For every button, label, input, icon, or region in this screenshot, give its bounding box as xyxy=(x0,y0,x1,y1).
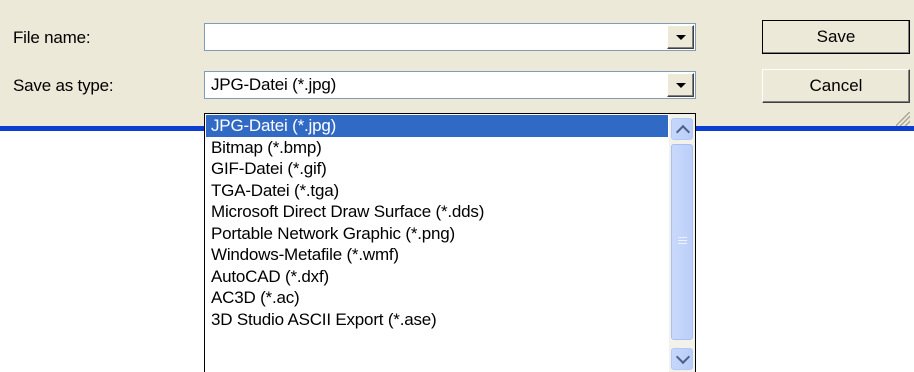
save-dialog: File name: Save as type: JPG-Datei (*.jp… xyxy=(0,0,914,128)
scroll-down-button[interactable] xyxy=(671,348,693,370)
dropdown-option[interactable]: 3D Studio ASCII Export (*.ase) xyxy=(206,309,668,331)
filename-label: File name: xyxy=(13,28,91,47)
vertical-scrollbar[interactable] xyxy=(669,114,695,372)
dropdown-option[interactable]: GIF-Datei (*.gif) xyxy=(206,158,668,180)
savetype-combobox[interactable]: JPG-Datei (*.jpg) xyxy=(204,71,696,99)
option-list: JPG-Datei (*.jpg) Bitmap (*.bmp) GIF-Datei… xyxy=(206,115,668,330)
savetype-dropdown-list[interactable]: JPG-Datei (*.jpg) Bitmap (*.bmp) GIF-Datei… xyxy=(204,113,696,372)
cancel-button[interactable]: Cancel xyxy=(762,69,910,103)
savetype-dropdown-button[interactable] xyxy=(667,73,694,97)
dropdown-option[interactable]: Portable Network Graphic (*.png) xyxy=(206,223,668,245)
save-button[interactable]: Save xyxy=(762,20,910,54)
filename-dropdown-button[interactable] xyxy=(667,25,694,49)
savetype-label: Save as type: xyxy=(13,76,114,95)
dropdown-option[interactable]: Windows-Metafile (*.wmf) xyxy=(206,244,668,266)
filename-combobox[interactable] xyxy=(204,23,696,51)
chevron-down-icon xyxy=(676,83,686,88)
dropdown-option[interactable]: TGA-Datei (*.tga) xyxy=(206,180,668,202)
dropdown-option[interactable]: JPG-Datei (*.jpg) xyxy=(206,115,668,137)
scrollbar-thumb[interactable] xyxy=(671,144,693,340)
chevron-down-icon xyxy=(676,35,686,40)
dropdown-option[interactable]: AC3D (*.ac) xyxy=(206,287,668,309)
dropdown-option[interactable]: AutoCAD (*.dxf) xyxy=(206,266,668,288)
scroll-up-icon xyxy=(675,124,691,140)
savetype-value: JPG-Datei (*.jpg) xyxy=(211,75,337,94)
scroll-down-icon xyxy=(675,349,691,365)
dropdown-option[interactable]: Bitmap (*.bmp) xyxy=(206,137,668,159)
scroll-up-button[interactable] xyxy=(671,118,693,140)
dropdown-option[interactable]: Microsoft Direct Draw Surface (*.dds) xyxy=(206,201,668,223)
thumb-grip-icon xyxy=(678,237,687,245)
resize-grip[interactable] xyxy=(896,112,910,126)
